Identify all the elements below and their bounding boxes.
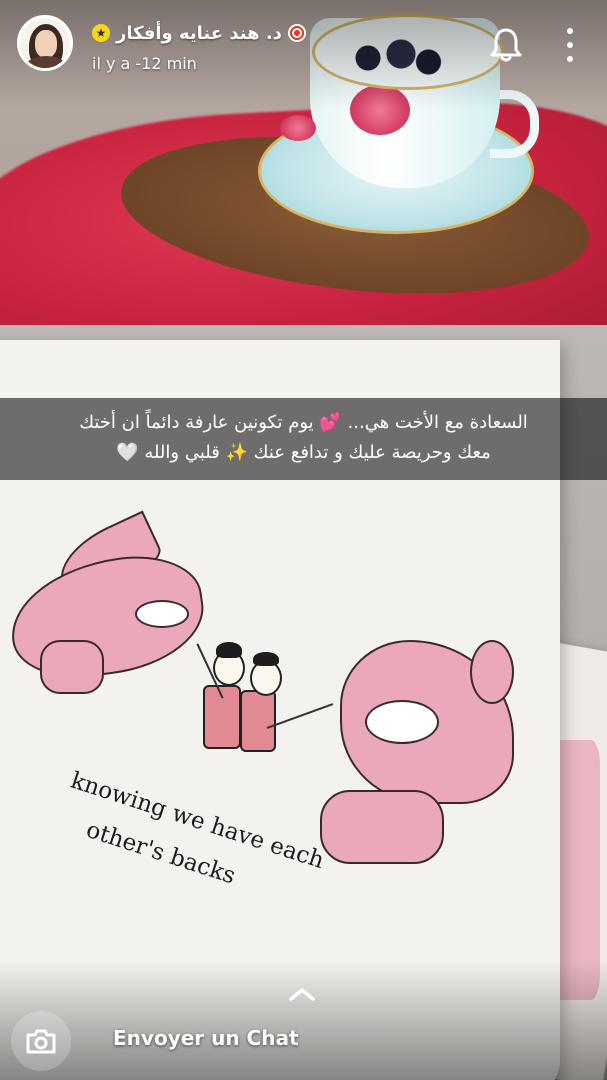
avatar-face [35,30,57,58]
kid-right-hair [253,652,279,666]
chevron-up-icon[interactable] [287,986,317,1002]
left-dinosaur-mouth [135,600,189,628]
caption-line1: السعادة مع الأخت هي... 💕 يوم تكونين عارف… [79,412,528,433]
more-dot [567,56,573,62]
kid-left-hair [216,642,242,658]
more-dot [567,42,573,48]
more-dot [567,28,573,34]
story-caption: السعادة مع الأخت هي... 💕 يوم تكونين عارف… [0,398,607,480]
saucer-rose-pattern [280,115,316,141]
avatar-shirt [26,56,66,68]
caption-line2: معك وحريصة عليك و تدافع عنك ✨ قلبي والله… [116,442,491,463]
avatar[interactable] [17,15,73,71]
kid-right-body [240,690,276,752]
time-ago: il y a -12 min [92,54,197,73]
story-header: ★ د. هند عنايه وأفكار il y a -12 min [0,0,607,90]
bell-icon[interactable] [489,27,523,63]
camera-icon [26,1029,56,1054]
right-dinosaur-mouth [365,700,439,744]
story-photo: knowing we have each other's backs [0,0,607,1080]
target-icon [287,24,306,42]
more-icon[interactable] [562,28,578,62]
star-badge-icon: ★ [92,24,110,42]
right-dinosaur-leg [320,790,444,864]
camera-button[interactable] [11,1011,71,1071]
send-chat-label[interactable]: Envoyer un Chat [113,1026,299,1050]
left-dinosaur-leg [40,640,104,694]
bottom-shade [0,960,607,1080]
user-name[interactable]: د. هند عنايه وأفكار [116,23,282,44]
title-row[interactable]: ★ د. هند عنايه وأفكار [92,20,306,46]
right-dinosaur-horn [470,640,514,704]
